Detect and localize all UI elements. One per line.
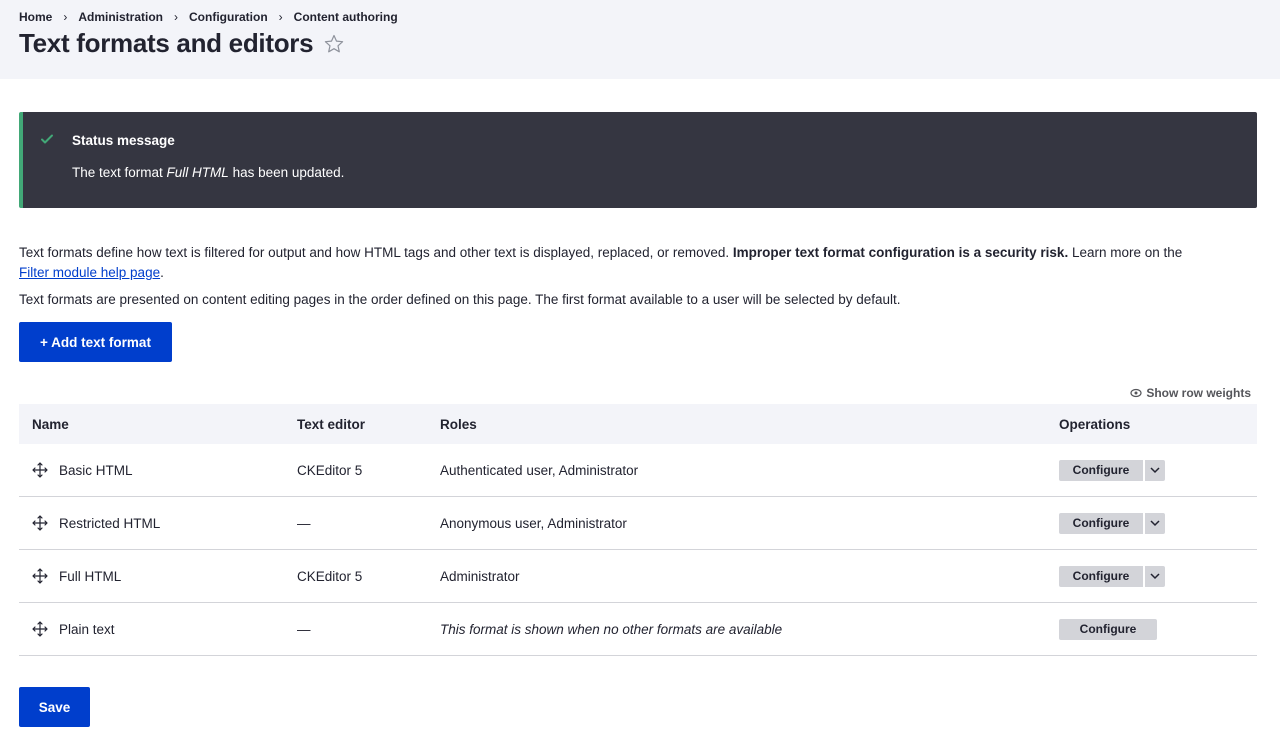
operations-dropbutton: Configure [1059,618,1157,640]
breadcrumb-content-authoring[interactable]: Content authoring [294,10,398,24]
drag-handle-icon[interactable] [32,462,48,478]
configure-button[interactable]: Configure [1059,459,1143,481]
operations-dropbutton: Configure [1059,565,1165,587]
roles-cell: Anonymous user, Administrator [440,515,627,531]
table-row: Basic HTML CKEditor 5 Authenticated user… [19,444,1257,497]
operations-dropbutton: Configure [1059,512,1165,534]
save-button[interactable]: Save [19,687,90,727]
breadcrumb-home[interactable]: Home [19,10,52,24]
table-row: Plain text — This format is shown when n… [19,603,1257,656]
format-name: Full HTML [59,568,122,584]
operations-dropbutton: Configure [1059,459,1165,481]
text-editor-cell: CKEditor 5 [297,568,363,584]
table-header: Name Text editor Roles Operations [19,404,1257,444]
chevron-down-icon[interactable] [1145,512,1165,534]
page-title: Text formats and editors [19,28,314,58]
table-row: Restricted HTML — Anonymous user, Admini… [19,497,1257,550]
configure-button[interactable]: Configure [1059,512,1143,534]
configure-button[interactable]: Configure [1059,618,1157,640]
star-icon[interactable] [323,33,345,55]
security-warning: Improper text format configuration is a … [732,245,1069,260]
table-row: Full HTML CKEditor 5 Administrator Confi… [19,550,1257,603]
format-name: Plain text [59,621,115,637]
page-header: Home › Administration › Configuration › … [0,0,1280,79]
status-message: Status message The text format Full HTML… [19,112,1257,208]
breadcrumb-separator: › [278,10,283,24]
configure-button[interactable]: Configure [1059,565,1143,587]
chevron-down-icon[interactable] [1145,565,1165,587]
breadcrumb-separator: › [63,10,68,24]
drag-handle-icon[interactable] [32,621,48,637]
text-editor-cell: — [297,621,311,637]
text-formats-table: Name Text editor Roles Operations Basic … [19,404,1257,656]
description-paragraph: Text formats define how text is filtered… [19,245,1183,280]
breadcrumb: Home › Administration › Configuration › … [19,10,398,24]
header-roles: Roles [440,416,477,432]
eye-icon [1130,388,1142,398]
breadcrumb-configuration[interactable]: Configuration [189,10,268,24]
header-operations: Operations [1059,416,1131,432]
format-name: Basic HTML [59,462,133,478]
roles-cell: Authenticated user, Administrator [440,462,639,478]
status-title: Status message [72,133,175,148]
check-icon [39,131,55,147]
breadcrumb-administration[interactable]: Administration [78,10,163,24]
text-editor-cell: — [297,515,311,531]
breadcrumb-separator: › [174,10,179,24]
chevron-down-icon[interactable] [1145,459,1165,481]
show-row-weights-toggle[interactable]: Show row weights [1130,386,1251,400]
roles-cell: This format is shown when no other forma… [440,621,783,637]
text-editor-cell: CKEditor 5 [297,462,363,478]
status-text: The text format Full HTML has been updat… [72,165,345,180]
drag-handle-icon[interactable] [32,515,48,531]
show-row-weights-label: Show row weights [1146,386,1251,400]
drag-handle-icon[interactable] [32,568,48,584]
filter-help-link[interactable]: Filter module help page [19,265,160,280]
order-description: Text formats are presented on content ed… [19,292,901,307]
header-text-editor: Text editor [297,416,366,432]
status-format-name: Full HTML [166,165,229,180]
add-text-format-button[interactable]: + Add text format [19,322,172,362]
header-name: Name [32,416,69,432]
roles-cell: Administrator [440,568,520,584]
format-name: Restricted HTML [59,515,161,531]
